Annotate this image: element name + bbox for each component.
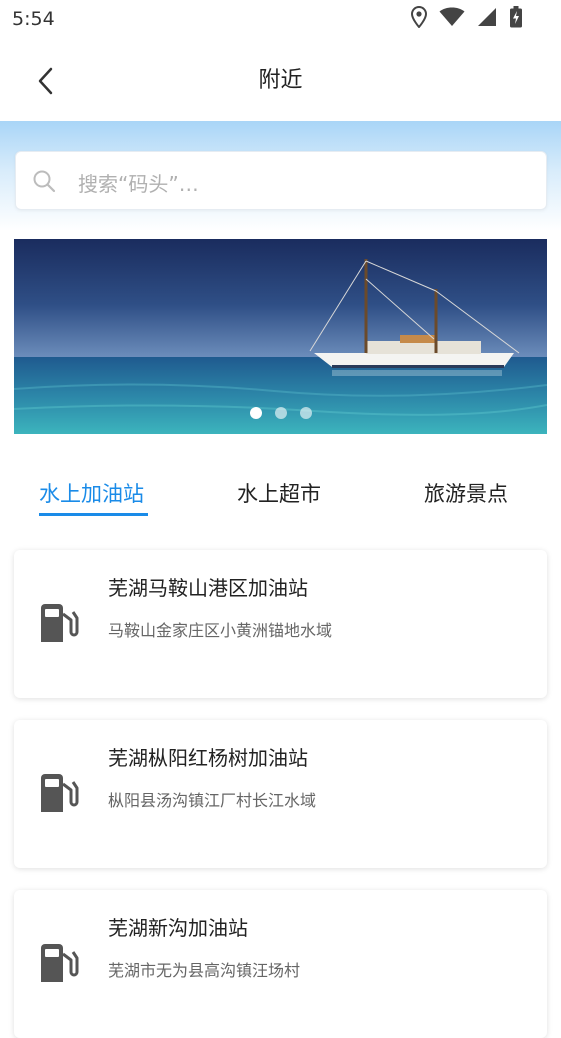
search-input[interactable]: 搜索“码头”… bbox=[15, 151, 547, 210]
banner-carousel[interactable] bbox=[14, 239, 547, 434]
banner-image bbox=[14, 239, 547, 434]
station-name: 芜湖枞阳红杨树加油站 bbox=[108, 746, 308, 770]
search-area: 搜索“码头”… bbox=[0, 121, 561, 231]
status-bar: 5:54 bbox=[0, 0, 561, 40]
carousel-dot-3[interactable] bbox=[299, 407, 312, 419]
category-tabs: 水上加油站 水上超市 旅游景点 bbox=[0, 470, 561, 520]
fuel-pump-icon bbox=[41, 774, 79, 812]
station-card[interactable]: 芜湖枞阳红杨树加油站 枞阳县汤沟镇江厂村长江水域 bbox=[14, 720, 547, 868]
station-name: 芜湖马鞍山港区加油站 bbox=[108, 576, 308, 600]
carousel-dot-1[interactable] bbox=[249, 407, 262, 419]
station-address: 枞阳县汤沟镇江厂村长江水域 bbox=[108, 791, 317, 810]
page-title: 附近 bbox=[258, 68, 303, 93]
search-icon bbox=[33, 170, 56, 193]
tab-supermarket[interactable]: 水上超市 bbox=[237, 478, 321, 508]
tab-fuel-station[interactable]: 水上加油站 bbox=[39, 478, 144, 508]
fuel-pump-icon bbox=[41, 604, 79, 642]
status-time: 5:54 bbox=[12, 8, 55, 30]
app-bar: 附近 bbox=[0, 40, 561, 120]
wifi-icon bbox=[439, 7, 465, 26]
search-placeholder: 搜索“码头”… bbox=[78, 172, 199, 196]
station-address: 芜湖市无为县高沟镇汪场村 bbox=[108, 961, 301, 980]
carousel-dots bbox=[14, 407, 547, 419]
tab-indicator bbox=[39, 513, 148, 516]
status-icons bbox=[411, 6, 523, 28]
station-card[interactable]: 芜湖新沟加油站 芜湖市无为县高沟镇汪场村 bbox=[14, 890, 547, 1038]
battery-charging-icon bbox=[510, 6, 522, 28]
station-name: 芜湖新沟加油站 bbox=[108, 916, 248, 940]
station-address: 马鞍山金家庄区小黄洲锚地水域 bbox=[108, 621, 333, 640]
station-card[interactable]: 芜湖马鞍山港区加油站 马鞍山金家庄区小黄洲锚地水域 bbox=[14, 550, 547, 698]
tab-scenic-spots[interactable]: 旅游景点 bbox=[424, 478, 508, 508]
signal-icon bbox=[478, 8, 496, 26]
location-icon bbox=[411, 6, 427, 28]
carousel-dot-2[interactable] bbox=[274, 407, 287, 419]
fuel-pump-icon bbox=[41, 944, 79, 982]
